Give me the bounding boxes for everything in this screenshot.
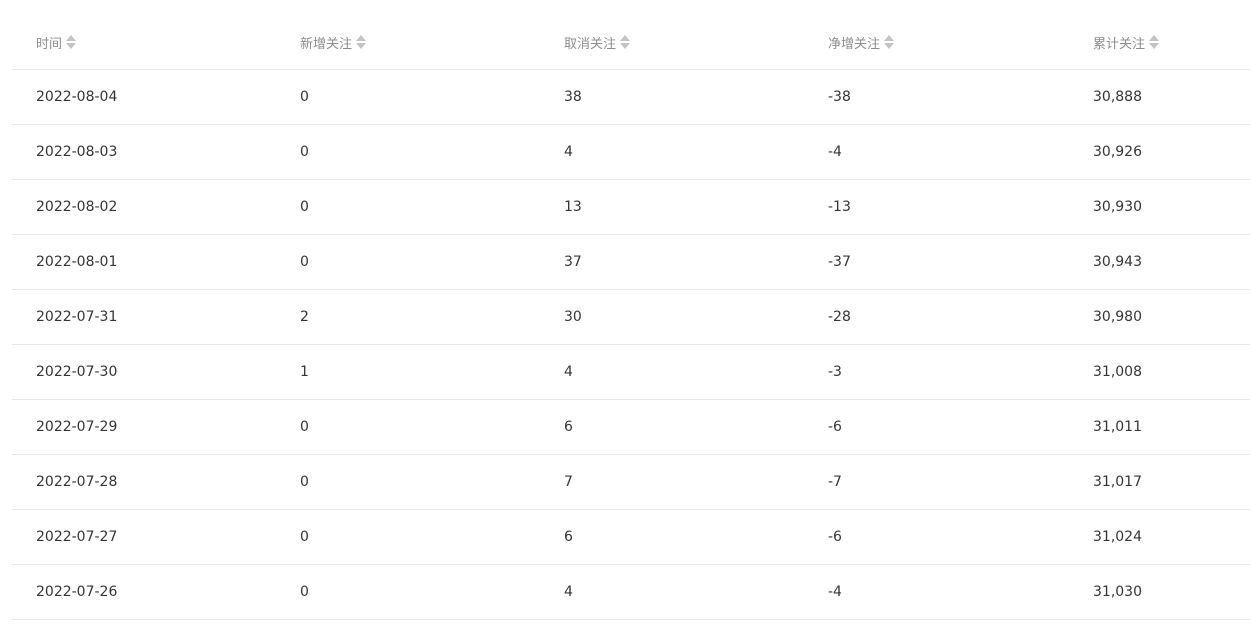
cell-net-follows: -6 [804,399,1069,455]
table-row: 2022-08-01 0 37 -37 30,943 [12,234,1250,290]
cell-total-follows: 30,930 [1069,179,1250,235]
cell-new-follows: 0 [276,399,540,455]
cell-date: 2022-08-04 [12,69,276,125]
column-header-label: 时间 [36,36,63,52]
cell-new-follows: 1 [276,344,540,400]
cell-total-follows: 30,980 [1069,289,1250,345]
cell-unfollows: 4 [540,344,804,400]
cell-date: 2022-07-26 [12,564,276,620]
table-row: 2022-08-03 0 4 -4 30,926 [12,124,1250,180]
cell-total-follows: 31,024 [1069,509,1250,565]
follower-stats-table-container: 时间 新增关注 取消关注 净增关注 累计关注 2022-08-04 0 38 -… [12,15,1250,620]
cell-unfollows: 6 [540,509,804,565]
cell-total-follows: 30,888 [1069,69,1250,125]
table-row: 2022-07-31 2 30 -28 30,980 [12,289,1250,345]
table-row: 2022-07-27 0 6 -6 31,024 [12,509,1250,565]
cell-net-follows: -13 [804,179,1069,235]
cell-date: 2022-08-01 [12,234,276,290]
cell-unfollows: 13 [540,179,804,235]
sort-icon[interactable] [66,35,77,49]
table-row: 2022-07-29 0 6 -6 31,011 [12,399,1250,455]
cell-date: 2022-07-27 [12,509,276,565]
cell-date: 2022-07-30 [12,344,276,400]
cell-unfollows: 4 [540,124,804,180]
table-body: 2022-08-04 0 38 -38 30,888 2022-08-03 0 … [12,69,1250,620]
cell-new-follows: 0 [276,509,540,565]
cell-net-follows: -37 [804,234,1069,290]
sort-icon[interactable] [1149,35,1160,49]
cell-net-follows: -6 [804,509,1069,565]
cell-date: 2022-07-28 [12,454,276,510]
table-row: 2022-08-04 0 38 -38 30,888 [12,69,1250,125]
table-row: 2022-07-26 0 4 -4 31,030 [12,564,1250,620]
cell-date: 2022-08-02 [12,179,276,235]
column-header-label: 累计关注 [1093,36,1146,52]
column-header-label: 新增关注 [300,36,353,52]
cell-net-follows: -3 [804,344,1069,400]
cell-total-follows: 30,943 [1069,234,1250,290]
cell-total-follows: 30,926 [1069,124,1250,180]
column-header-unfollows[interactable]: 取消关注 [540,15,804,70]
cell-new-follows: 0 [276,69,540,125]
table-row: 2022-07-30 1 4 -3 31,008 [12,344,1250,400]
cell-new-follows: 0 [276,234,540,290]
table-header: 时间 新增关注 取消关注 净增关注 累计关注 [12,15,1250,70]
cell-date: 2022-07-29 [12,399,276,455]
table-row: 2022-08-02 0 13 -13 30,930 [12,179,1250,235]
cell-unfollows: 7 [540,454,804,510]
cell-unfollows: 6 [540,399,804,455]
cell-net-follows: -28 [804,289,1069,345]
cell-total-follows: 31,030 [1069,564,1250,620]
cell-net-follows: -38 [804,69,1069,125]
header-row: 时间 新增关注 取消关注 净增关注 累计关注 [12,15,1250,70]
cell-total-follows: 31,008 [1069,344,1250,400]
cell-new-follows: 0 [276,454,540,510]
column-header-total-follows[interactable]: 累计关注 [1069,15,1250,70]
cell-new-follows: 0 [276,564,540,620]
sort-icon[interactable] [356,35,367,49]
sort-icon[interactable] [620,35,631,49]
cell-unfollows: 38 [540,69,804,125]
table-row: 2022-07-28 0 7 -7 31,017 [12,454,1250,510]
column-header-label: 取消关注 [564,36,617,52]
sort-icon[interactable] [884,35,895,49]
cell-total-follows: 31,017 [1069,454,1250,510]
column-header-net-follows[interactable]: 净增关注 [804,15,1069,70]
cell-date: 2022-08-03 [12,124,276,180]
cell-net-follows: -7 [804,454,1069,510]
cell-unfollows: 37 [540,234,804,290]
cell-date: 2022-07-31 [12,289,276,345]
cell-total-follows: 31,011 [1069,399,1250,455]
follower-stats-table: 时间 新增关注 取消关注 净增关注 累计关注 2022-08-04 0 38 -… [12,15,1250,620]
column-header-new-follows[interactable]: 新增关注 [276,15,540,70]
cell-unfollows: 30 [540,289,804,345]
cell-new-follows: 0 [276,124,540,180]
cell-new-follows: 2 [276,289,540,345]
column-header-date[interactable]: 时间 [12,15,276,70]
cell-unfollows: 4 [540,564,804,620]
cell-new-follows: 0 [276,179,540,235]
cell-net-follows: -4 [804,564,1069,620]
column-header-label: 净增关注 [828,36,881,52]
cell-net-follows: -4 [804,124,1069,180]
